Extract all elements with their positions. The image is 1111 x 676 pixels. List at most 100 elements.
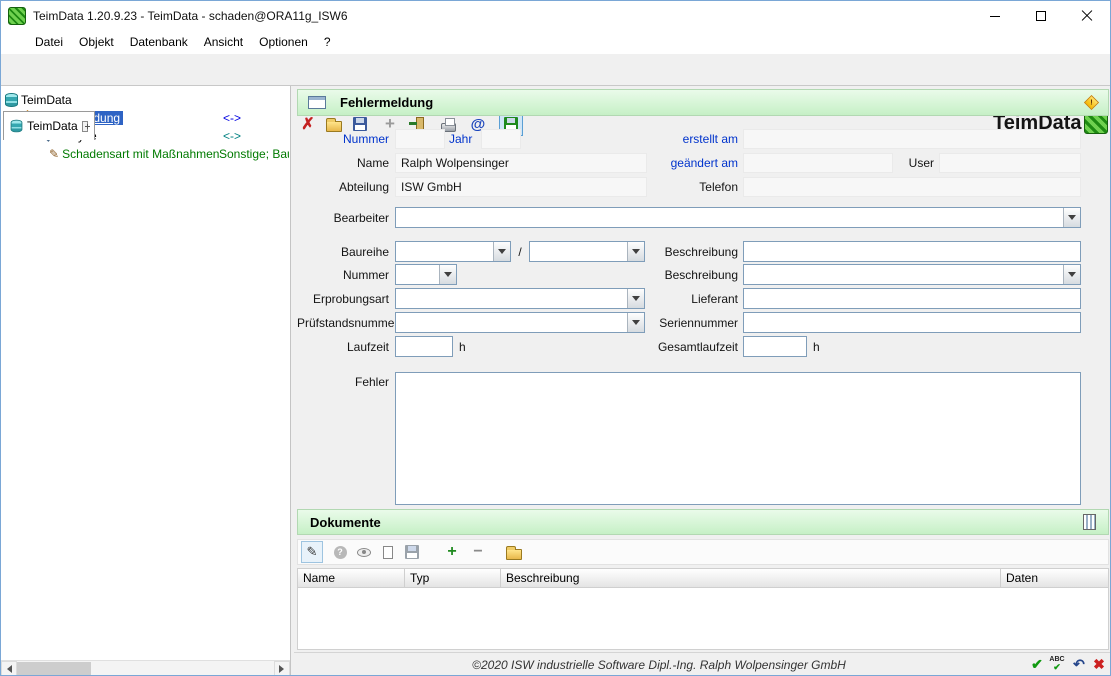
menu-datenbank[interactable]: Datenbank bbox=[122, 31, 196, 54]
app-window: TeimData 1.20.9.23 - TeimData - schaden@… bbox=[0, 0, 1111, 676]
gesamtlaufzeit-input[interactable] bbox=[743, 336, 807, 357]
dropdown-button[interactable] bbox=[493, 242, 510, 261]
undo-icon: ↶ bbox=[1073, 657, 1085, 671]
tree-node-label[interactable]: Schadensart mit Maßnahmen bbox=[62, 147, 219, 161]
scroll-right-icon bbox=[279, 665, 288, 673]
close-button[interactable] bbox=[1064, 1, 1110, 31]
erstellt-am-label: erstellt am bbox=[598, 132, 738, 146]
dropdown-button[interactable] bbox=[439, 265, 456, 284]
column-header-typ[interactable]: Typ bbox=[405, 568, 501, 588]
slash-label: / bbox=[515, 245, 525, 259]
eye-icon bbox=[357, 548, 371, 557]
dokumente-table-body[interactable] bbox=[297, 588, 1109, 650]
nummer-label: Nummer bbox=[297, 132, 389, 146]
tree-node-value: <-> bbox=[223, 129, 241, 143]
navigation-panel bbox=[1, 86, 291, 676]
window-title: TeimData 1.20.9.23 - TeimData - schaden@… bbox=[33, 1, 348, 31]
scrollbar-thumb[interactable] bbox=[17, 662, 91, 675]
tree-node-value: Sonstige; Bau bbox=[219, 147, 289, 161]
column-header-daten[interactable]: Daten bbox=[1001, 568, 1109, 588]
erstellt-am-field bbox=[743, 129, 1081, 149]
doc-help-button[interactable]: ? bbox=[329, 541, 351, 563]
doc-save-button[interactable] bbox=[401, 541, 423, 563]
beschreibung1-input[interactable] bbox=[743, 241, 1081, 262]
telefon-label: Telefon bbox=[598, 180, 738, 194]
doc-add-button[interactable]: + bbox=[441, 541, 463, 563]
dropdown-button[interactable] bbox=[1063, 208, 1080, 227]
jahr-field bbox=[481, 129, 521, 149]
app-logo-icon bbox=[8, 7, 26, 25]
beschreibung2-combobox[interactable] bbox=[743, 264, 1081, 285]
tab-teimdata[interactable]: TeimData bbox=[3, 111, 95, 140]
laufzeit-input[interactable] bbox=[395, 336, 453, 357]
confirm-button[interactable]: ✔ bbox=[1027, 654, 1047, 674]
form-header: Fehlermeldung ! bbox=[297, 89, 1109, 116]
maximize-button[interactable] bbox=[1018, 1, 1064, 31]
status-bar: ©2020 ISW industrielle Software Dipl.-In… bbox=[294, 652, 1111, 676]
report-icon bbox=[1083, 514, 1096, 530]
nummer-field bbox=[395, 129, 445, 149]
seriennummer-input[interactable] bbox=[743, 312, 1081, 333]
open-folder-icon bbox=[326, 121, 342, 132]
minimize-button[interactable] bbox=[972, 1, 1018, 31]
tree-row-schadensart[interactable]: ✎ Schadensart mit Maßnahmen bbox=[49, 145, 219, 162]
nummer2-label: Nummer bbox=[297, 268, 389, 282]
doc-preview-button[interactable] bbox=[353, 541, 375, 563]
tab-options-icon[interactable] bbox=[82, 121, 88, 132]
scroll-right-button[interactable] bbox=[274, 661, 290, 676]
fehler-textarea[interactable] bbox=[395, 372, 1081, 505]
toolbar-strip: TeimData Adressen Tutorial Re ✗ + @ bbox=[1, 54, 1110, 86]
tree-node-value: <-> bbox=[223, 111, 241, 125]
doc-edit-button[interactable]: ✎ bbox=[301, 541, 323, 563]
menu-objekt[interactable]: Objekt bbox=[71, 31, 122, 54]
minimize-icon bbox=[990, 16, 1000, 17]
user-field bbox=[939, 153, 1081, 173]
doc-open-button[interactable] bbox=[503, 541, 525, 563]
menu-optionen[interactable]: Optionen bbox=[251, 31, 316, 54]
chevron-down-icon bbox=[498, 249, 506, 258]
geaendert-am-label: geändert am bbox=[598, 156, 738, 170]
chevron-down-icon bbox=[1068, 215, 1076, 224]
doc-copy-button[interactable] bbox=[377, 541, 399, 563]
nummer2-combobox[interactable] bbox=[395, 264, 457, 285]
user-label: User bbox=[896, 156, 934, 170]
undo-button[interactable]: ↶ bbox=[1069, 654, 1089, 674]
form-icon bbox=[308, 96, 326, 109]
menu-ansicht[interactable]: Ansicht bbox=[196, 31, 251, 54]
menu-datei[interactable]: Datei bbox=[27, 31, 71, 54]
tree-root-row[interactable]: TeimData bbox=[5, 91, 72, 108]
baureihe-combobox[interactable] bbox=[395, 241, 511, 262]
save-icon bbox=[353, 117, 367, 131]
cancel-button[interactable]: ✖ bbox=[1089, 654, 1109, 674]
maximize-icon bbox=[1036, 11, 1046, 21]
gesamtlaufzeit-unit: h bbox=[813, 340, 825, 354]
chevron-down-icon bbox=[1068, 272, 1076, 281]
dropdown-button[interactable] bbox=[1063, 265, 1080, 284]
abteilung-label: Abteilung bbox=[297, 180, 389, 194]
doc-remove-button[interactable]: − bbox=[467, 541, 489, 563]
lieferant-input[interactable] bbox=[743, 288, 1081, 309]
menu-bar: Datei Objekt Datenbank Ansicht Optionen … bbox=[1, 31, 1110, 54]
beschreibung1-label: Beschreibung bbox=[598, 245, 738, 259]
erprobungsart-label: Erprobungsart bbox=[297, 292, 389, 306]
baureihe-label: Baureihe bbox=[297, 245, 389, 259]
jahr-label: Jahr bbox=[449, 132, 477, 146]
bearbeiter-combobox[interactable] bbox=[395, 207, 1081, 228]
spellcheck-button[interactable]: ABC ✔ bbox=[1047, 654, 1067, 674]
remove-icon: − bbox=[473, 543, 482, 561]
menu-hilfe[interactable]: ? bbox=[316, 31, 339, 54]
lieferant-label: Lieferant bbox=[598, 292, 738, 306]
seriennummer-label: Seriennummer bbox=[598, 316, 738, 330]
scroll-left-button[interactable] bbox=[1, 661, 17, 676]
column-header-beschreibung[interactable]: Beschreibung bbox=[501, 568, 1001, 588]
chevron-down-icon bbox=[444, 272, 452, 281]
horizontal-scrollbar[interactable] bbox=[1, 660, 290, 676]
pencil-icon: ✎ bbox=[49, 148, 59, 160]
database-icon bbox=[5, 93, 18, 107]
beschreibung2-label: Beschreibung bbox=[598, 268, 738, 282]
form-title: Fehlermeldung bbox=[340, 95, 433, 110]
column-header-name[interactable]: Name bbox=[297, 568, 405, 588]
scroll-left-icon bbox=[3, 665, 12, 673]
dokumente-title: Dokumente bbox=[310, 515, 381, 530]
tree-root-label[interactable]: TeimData bbox=[21, 93, 72, 107]
